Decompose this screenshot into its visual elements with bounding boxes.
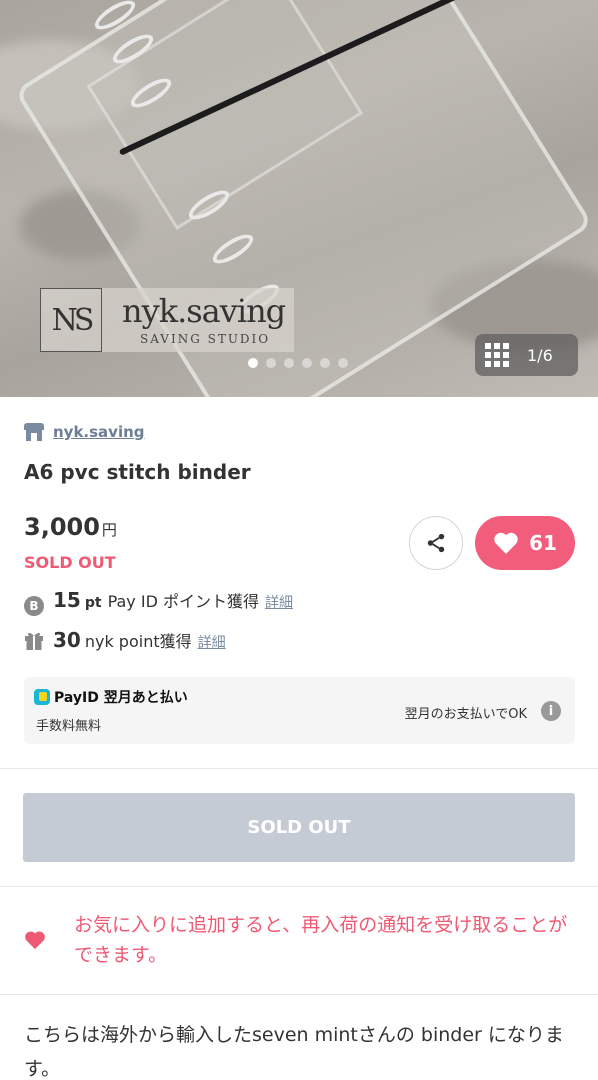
payid-later-payment-box: PayID 翌月あと払い 手数料無料 翌月のお支払いでOK i	[24, 677, 575, 744]
share-icon	[427, 533, 445, 553]
like-button[interactable]: 61	[475, 516, 575, 570]
payid-points-detail-link[interactable]: 詳細	[265, 592, 293, 612]
divider	[0, 768, 598, 769]
product-image-carousel[interactable]: NS nyk.saving SAVING STUDIO 1/6	[0, 0, 598, 397]
payid-fee-text: 手数料無料	[36, 719, 102, 734]
image-counter: 1/6	[527, 345, 553, 365]
price-currency: 円	[101, 521, 117, 539]
heart-icon	[25, 931, 45, 950]
product-price: 3,000 円	[24, 513, 117, 541]
carousel-dot[interactable]	[320, 358, 330, 368]
carousel-dot-active[interactable]	[248, 358, 258, 368]
brand-logo-sub: SAVING STUDIO	[140, 332, 271, 346]
carousel-dot[interactable]	[338, 358, 348, 368]
payid-note: 翌月のお支払いでOK	[404, 707, 527, 722]
brand-watermark: NS nyk.saving SAVING STUDIO	[40, 288, 294, 352]
nyk-points-label: nyk point獲得	[84, 632, 192, 651]
status-badge: SOLD OUT	[24, 553, 116, 572]
carousel-dot[interactable]	[266, 358, 276, 368]
product-description: こちらは海外から輸入したseven mintさんの binder になります。	[24, 1024, 564, 1080]
payid-logo: PayID 翌月あと払い	[34, 687, 188, 707]
carousel-dot[interactable]	[284, 358, 294, 368]
payid-icon	[34, 689, 50, 705]
payid-logo-text: PayID 翌月あと払い	[54, 690, 188, 706]
carousel-dot[interactable]	[302, 358, 312, 368]
sold-out-button[interactable]: SOLD OUT	[23, 793, 575, 862]
shop-icon	[24, 423, 44, 441]
carousel-dots	[248, 358, 348, 368]
restock-notice-text: お気に入りに追加すると、再入荷の通知を受け取ることができます。	[74, 914, 568, 966]
payid-points-label: Pay ID ポイント獲得	[107, 592, 259, 611]
gift-icon	[25, 632, 43, 650]
nyk-points-value: 30	[53, 628, 81, 652]
heart-icon	[494, 532, 518, 554]
payid-points-value: 15	[53, 588, 81, 612]
shop-name[interactable]: nyk.saving	[53, 423, 145, 441]
nyk-points-row: 30 nyk point獲得 詳細	[24, 628, 226, 652]
payid-points-unit: pt	[84, 595, 102, 611]
image-gallery-button[interactable]: 1/6	[475, 334, 578, 376]
nyk-points-detail-link[interactable]: 詳細	[198, 632, 226, 652]
payid-points-row: B 15 pt Pay ID ポイント獲得 詳細	[24, 588, 293, 616]
divider	[0, 994, 598, 995]
like-count: 61	[529, 531, 557, 555]
brand-logo-mark: NS	[40, 288, 102, 352]
shop-link[interactable]: nyk.saving	[24, 423, 145, 441]
grid-icon	[485, 343, 509, 367]
share-button[interactable]	[409, 516, 463, 570]
product-title: A6 pvc stitch binder	[24, 460, 251, 484]
price-value: 3,000	[24, 513, 100, 541]
divider	[0, 886, 598, 887]
brand-logo-name: nyk.saving	[122, 292, 286, 330]
info-icon[interactable]: i	[541, 701, 561, 721]
coin-icon: B	[24, 596, 44, 616]
